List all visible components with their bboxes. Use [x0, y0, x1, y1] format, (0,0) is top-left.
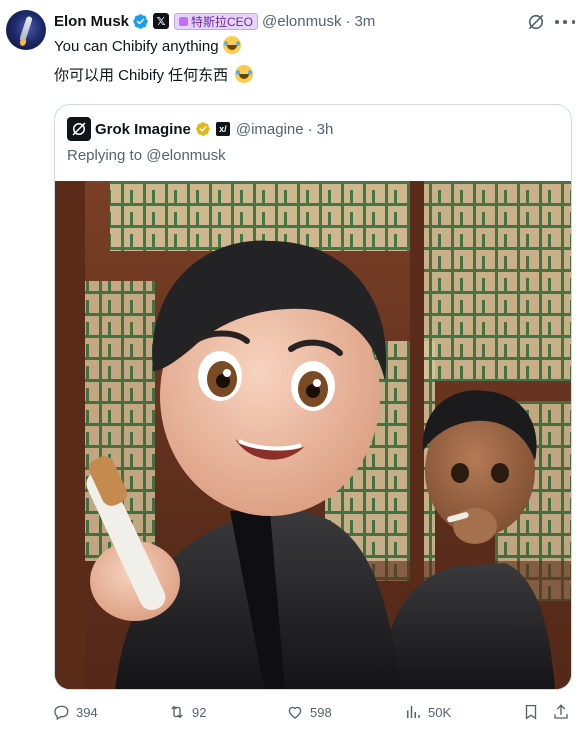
verified-icon — [133, 13, 148, 29]
quoted-post-time[interactable]: 3h — [317, 121, 334, 138]
action-bar: 394 92 598 50K — [52, 702, 572, 722]
grok-imagine-avatar[interactable] — [67, 117, 91, 141]
post-text-line-1: You can Chibify anything — [54, 36, 241, 55]
avatar[interactable] — [6, 10, 46, 50]
reply-count: 394 — [76, 704, 98, 720]
chibi-image — [55, 181, 571, 689]
laughing-emoji-icon — [235, 65, 254, 83]
post-text-line-2: 你可以用 Chibify 任何东西 — [54, 64, 254, 85]
like-button[interactable]: 598 — [286, 702, 332, 722]
bookmark-icon — [525, 704, 537, 720]
tweet-header: Elon Musk 𝕏 特斯拉CEO @elonmusk · 3m — [54, 12, 376, 30]
quoted-author-handle[interactable]: @imagine — [236, 121, 304, 138]
grok-logo-icon — [72, 122, 86, 136]
reply-icon — [54, 705, 69, 721]
views-button[interactable]: 50K — [404, 702, 451, 722]
like-count: 598 — [310, 704, 332, 720]
laughing-emoji-icon — [222, 36, 241, 54]
repost-icon — [171, 705, 183, 719]
views-icon — [407, 706, 420, 718]
verified-gold-icon — [196, 122, 210, 136]
author-name[interactable]: Elon Musk — [54, 13, 129, 30]
share-button[interactable] — [552, 702, 570, 722]
quoted-header: Grok Imagine x/ @imagine · 3h — [95, 120, 334, 138]
x-logo-icon: 𝕏 — [153, 13, 170, 29]
replying-to: Replying to @elonmusk — [67, 147, 226, 164]
affiliation-label: 特斯拉CEO — [191, 14, 254, 29]
affiliation-badge[interactable]: 特斯拉CEO — [174, 12, 259, 30]
post-image[interactable] — [55, 181, 571, 689]
grok-icon[interactable] — [526, 12, 546, 32]
quoted-post[interactable]: Grok Imagine x/ @imagine · 3h Replying t… — [54, 104, 572, 690]
more-icon[interactable] — [555, 16, 575, 28]
like-icon — [288, 706, 302, 719]
author-handle[interactable]: @elonmusk — [262, 13, 341, 30]
post-time[interactable]: 3m — [354, 13, 375, 30]
reply-button[interactable]: 394 — [52, 702, 98, 722]
quoted-author-name[interactable]: Grok Imagine — [95, 121, 191, 138]
bookmark-button[interactable] — [522, 702, 540, 722]
share-icon — [554, 704, 568, 719]
repost-count: 92 — [192, 704, 207, 720]
tweet: Elon Musk 𝕏 特斯拉CEO @elonmusk · 3m You ca… — [0, 0, 585, 731]
views-count: 50K — [428, 704, 452, 720]
xai-affiliation-icon: x/ — [215, 122, 230, 136]
repost-button[interactable]: 92 — [168, 702, 206, 722]
